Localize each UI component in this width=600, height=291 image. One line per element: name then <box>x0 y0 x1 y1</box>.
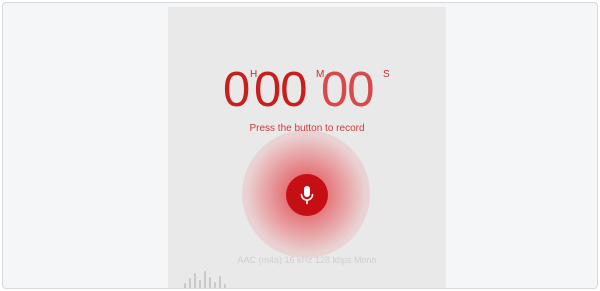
microphone-icon <box>300 186 314 205</box>
timer-seconds: 00 <box>321 63 375 117</box>
sound-bars-icon <box>184 271 226 288</box>
screenshot-frame: 0 H 00 M 00 S Press the button to record… <box>2 2 598 289</box>
timer-hours: 0 <box>223 63 250 117</box>
timer-seconds-unit: S <box>383 69 390 80</box>
timer-display: 0 H 00 M 00 S <box>168 65 446 121</box>
format-info: AAC (m4a) 16 kHz 128 kbps Mono <box>237 255 377 265</box>
record-button[interactable] <box>286 174 328 216</box>
timer-minutes: 00 <box>254 63 308 117</box>
recorder-app: 0 H 00 M 00 S Press the button to record… <box>168 7 446 288</box>
